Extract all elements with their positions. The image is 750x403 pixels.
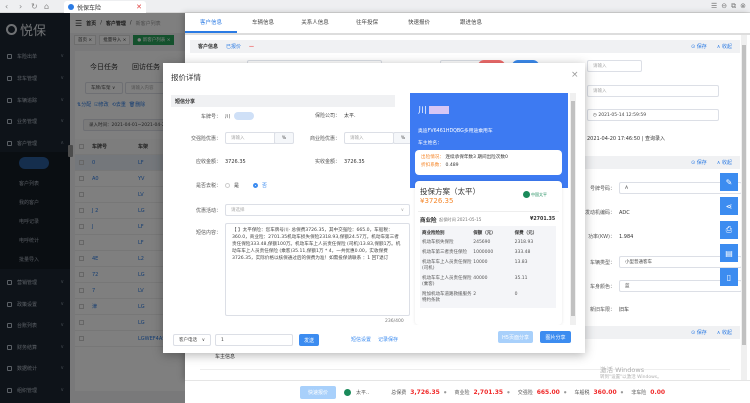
minimize-icon[interactable]: ⊖	[721, 2, 727, 11]
plan-total: ¥3726.35	[420, 197, 454, 205]
drawer-tabs: 客户信息 车辆信息 关系人信息 往年投保 快速报价 跟进信息	[185, 13, 750, 35]
chevron-down-icon: ∨	[400, 207, 404, 213]
edit-icon[interactable]: ✎	[720, 173, 738, 191]
premium-value: 3,726.35	[410, 388, 440, 396]
modal-mask	[0, 13, 185, 403]
tab-vehicle-info[interactable]: 车辆信息	[237, 13, 289, 33]
radio-no[interactable]	[253, 183, 259, 188]
tab-past-insurance[interactable]: 往年投保	[341, 13, 393, 33]
status-badge: 已报价	[226, 44, 242, 50]
file-icon[interactable]: ▤	[720, 244, 738, 262]
phone-icon[interactable]: ▯	[720, 268, 738, 286]
browser-tab[interactable]: 悦保车险 ✕	[64, 1, 146, 13]
save-button[interactable]: ⊙ 保存	[691, 159, 707, 166]
phone-type-select[interactable]: 客户电话 ∨	[173, 334, 211, 346]
radio-yes[interactable]	[225, 183, 230, 188]
save-button[interactable]: ⊙ 保存	[691, 43, 707, 50]
coverage-row: 机动车车上人员责任保险 (司机) 10000 13.83	[422, 260, 528, 271]
share-icon[interactable]: ⋖	[720, 197, 738, 215]
preview-scrollbar[interactable]	[570, 93, 576, 325]
biz-discount-input[interactable]: 请输入	[344, 132, 394, 144]
restore-icon[interactable]: ⧉	[731, 2, 736, 11]
sms-settings-link[interactable]: 短信设置	[351, 336, 371, 343]
close-window-icon[interactable]: ⊗	[740, 2, 746, 11]
card-header: 川 奥迪FV6461HDQBG多用途乘用车 车主姓名： 出险情况： 连续承保年数…	[410, 93, 568, 188]
close-icon[interactable]: ×	[571, 70, 579, 80]
menu-icon[interactable]: ☰	[711, 2, 717, 11]
browser-toolbar: ‹ › ↻ ⌂ 悦保车险 ✕ ☰ ⊖ ⧉ ⊗	[0, 0, 750, 13]
insurer-logo-icon	[344, 388, 351, 396]
premium-totals: 总保费 3,726.35 ● 商业险 2,701.35 ● 交强险 665.00 ● 车船税 360…	[391, 388, 666, 396]
coverage-row: 机动车车上人员责任保险 (乘客) 40000 35.11	[422, 276, 528, 287]
promo-select[interactable]: 请选择 ∨	[225, 204, 410, 216]
owner-info-label: 车主信息	[215, 354, 236, 360]
premium-value: 665.00	[536, 388, 560, 396]
forward-icon[interactable]: ›	[19, 2, 22, 11]
quote-detail-modal: 报价详情 × 短信分享 车牌号：川 保险公司： 太平. 交强险优惠： 请输入% 商业…	[163, 63, 585, 353]
modal-title: 报价详情	[171, 73, 201, 82]
owner-name-label: 车主姓名：	[418, 141, 442, 146]
tab-title: 悦保车险	[77, 4, 102, 12]
created-info: 2021-04-20 17:46:50 | 查询录入	[587, 136, 665, 142]
bottom-summary-bar: 快速报价 太平.. 总保费 3,726.35 ● 商业险 2,701.35 ● 交强险 665…	[185, 380, 750, 403]
date-picker[interactable]: ◷ 2021-05-14 12:59:59	[587, 109, 719, 121]
print-icon[interactable]: ⎙	[720, 221, 738, 239]
back-icon[interactable]: ‹	[5, 2, 8, 11]
h5-share-button[interactable]: H5页面分享	[498, 331, 533, 343]
collapse-button[interactable]: ∧ 收起	[717, 329, 732, 336]
reload-icon[interactable]: ↻	[31, 2, 38, 11]
premium-value: 0.00	[650, 388, 666, 396]
tab-quick-quote[interactable]: 快速报价	[393, 13, 445, 33]
sms-content-textarea[interactable]: 【 】太平保险：您车牌号川· 总保费3726.35，其中交强险：665.0，车船…	[225, 223, 410, 316]
close-tab-icon[interactable]: ✕	[136, 3, 142, 11]
send-button[interactable]: 发送	[299, 334, 319, 346]
saved-records-link[interactable]: 记录保存	[378, 336, 398, 343]
tab-related-info[interactable]: 关系人信息	[289, 13, 341, 33]
tab-customer-info[interactable]: 客户信息	[185, 13, 237, 33]
premium-value: 360.00	[593, 388, 617, 396]
image-share-button[interactable]: 图片分享	[540, 331, 571, 343]
favicon-icon	[68, 4, 74, 10]
customer-info-header: 客户信息 已报价 — ⊙ 保存 ∧ 收起	[190, 40, 740, 53]
tab-followup[interactable]: 跟进信息	[445, 13, 497, 33]
drawer-scrollbar[interactable]	[741, 35, 747, 380]
coverage-row: 机动车第三者责任保险 1000000 333.48	[422, 250, 531, 255]
window-controls: ☰ ⊖ ⧉ ⊗	[711, 2, 746, 11]
insurer-logo: 中国太平	[523, 191, 547, 198]
jq-discount-input[interactable]: 请输入	[225, 132, 275, 144]
coverage-row: 机动车损失保险 245690 2318.93	[422, 240, 534, 245]
home-icon[interactable]: ⌂	[44, 2, 49, 11]
coverage-table: 商业险险别 保额（元） 保费（元） 机动车损失保险 245690 2318.93 机动车第三…	[420, 226, 556, 308]
plan-title: 投保方案（太平）	[420, 187, 480, 196]
quote-card-preview: 川 奥迪FV6461HDQBG多用途乘用车 车主姓名： 出险情况： 连续承保年数…	[410, 93, 568, 325]
char-count: 236/400	[385, 319, 404, 324]
windows-watermark: 激活 Windows 转到"设置"以激活 Windows。	[600, 366, 662, 380]
collapse-button[interactable]: ∧ 收起	[717, 43, 732, 50]
field-input-2[interactable]: 请输入	[587, 85, 719, 97]
collapse-button[interactable]: ∧ 收起	[717, 159, 732, 166]
field-input-1[interactable]: 请输入	[587, 60, 642, 72]
save-button[interactable]: ⊙ 保存	[691, 329, 707, 336]
phone-input[interactable]: 1	[215, 334, 293, 346]
quick-quote-button[interactable]: 快速报价	[300, 385, 336, 399]
coverage-row: 附加机动车道路救援服务特约条款 2 0	[422, 292, 518, 303]
premium-value: 2,701.35	[473, 388, 504, 396]
sms-share-section: 短信分享	[171, 95, 395, 107]
vehicle-model: 奥迪FV6461HDQBG多用途乘用车	[418, 129, 493, 134]
